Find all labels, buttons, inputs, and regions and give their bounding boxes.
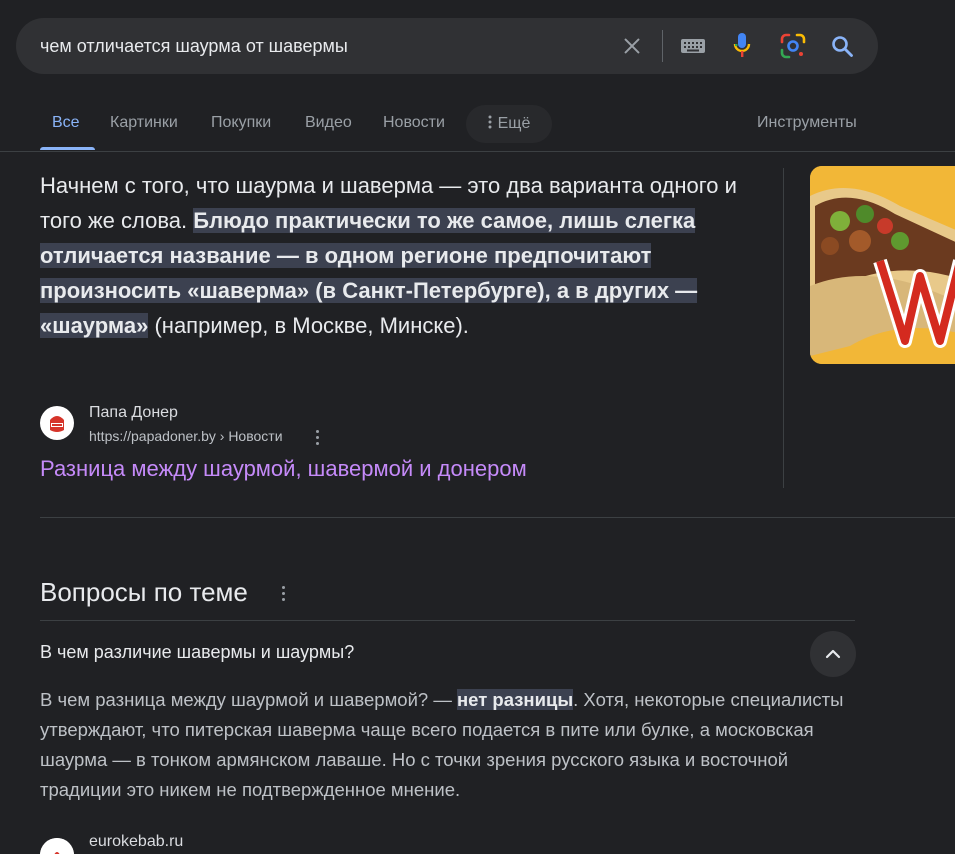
- tab-shopping[interactable]: Покупки: [211, 114, 271, 132]
- tab-more-label: Ещё: [497, 115, 531, 132]
- related-question-answer: В чем разница между шаурмой и шавермой? …: [40, 685, 860, 805]
- tab-video[interactable]: Видео: [305, 114, 352, 132]
- snippet-thumbnail[interactable]: [810, 166, 955, 364]
- related-question-text: В чем различие шавермы и шаурмы?: [40, 642, 355, 662]
- answer-source-name: eurokebab.ru: [89, 833, 184, 850]
- section-divider: [40, 517, 955, 518]
- microphone-icon[interactable]: [728, 32, 756, 60]
- related-questions-title: Вопросы по теме: [40, 577, 248, 607]
- search-results-page: чем отличается шаурма от шавермы Все Кар…: [0, 0, 955, 854]
- answer-text-start: В чем разница между шаурмой и шавермой? …: [40, 689, 457, 710]
- related-questions-divider: [40, 620, 855, 621]
- snippet-source[interactable]: Папа Донер https://papadoner.by › Новост…: [40, 404, 440, 448]
- featured-snippet-text: Начнем с того, что шаурма и шаверма — эт…: [40, 168, 740, 343]
- google-lens-icon[interactable]: [779, 32, 807, 60]
- tab-images[interactable]: Картинки: [110, 114, 178, 132]
- chevron-up-icon: [825, 649, 841, 659]
- source-more-icon[interactable]: [310, 427, 324, 447]
- more-vert-icon: [488, 115, 492, 134]
- related-questions-more-icon[interactable]: [276, 582, 290, 604]
- search-bar-divider: [662, 30, 663, 62]
- search-icon[interactable]: [828, 32, 856, 60]
- shawarma-image: [810, 166, 955, 364]
- clear-icon[interactable]: [618, 32, 646, 60]
- source-name: Папа Донер: [89, 404, 178, 421]
- papadoner-favicon: [40, 406, 74, 440]
- tab-more[interactable]: Ещё: [466, 105, 552, 143]
- related-question-row[interactable]: В чем различие шавермы и шаурмы?: [40, 630, 856, 678]
- tools-button[interactable]: Инструменты: [757, 114, 857, 132]
- tab-news[interactable]: Новости: [383, 114, 445, 132]
- source-url: https://papadoner.by › Новости: [89, 428, 283, 444]
- eurokebab-favicon: [40, 838, 74, 854]
- search-tabs: Все Картинки Покупки Видео Новости Ещё И…: [0, 100, 955, 152]
- active-tab-indicator: [40, 147, 95, 150]
- snippet-text-end: (например, в Москве, Минске).: [148, 313, 469, 338]
- collapse-question-button[interactable]: [810, 631, 856, 677]
- tab-all[interactable]: Все: [52, 114, 80, 132]
- keyboard-icon[interactable]: [679, 32, 707, 60]
- tabs-divider: [0, 151, 955, 152]
- answer-highlight: нет разницы: [457, 689, 574, 710]
- search-input[interactable]: чем отличается шаурма от шавермы: [40, 18, 348, 74]
- snippet-divider: [783, 168, 784, 488]
- search-bar: чем отличается шаурма от шавермы: [16, 18, 878, 74]
- result-link[interactable]: Разница между шаурмой, шавермой и донеро…: [40, 456, 527, 482]
- answer-source[interactable]: eurokebab.ru: [40, 832, 440, 854]
